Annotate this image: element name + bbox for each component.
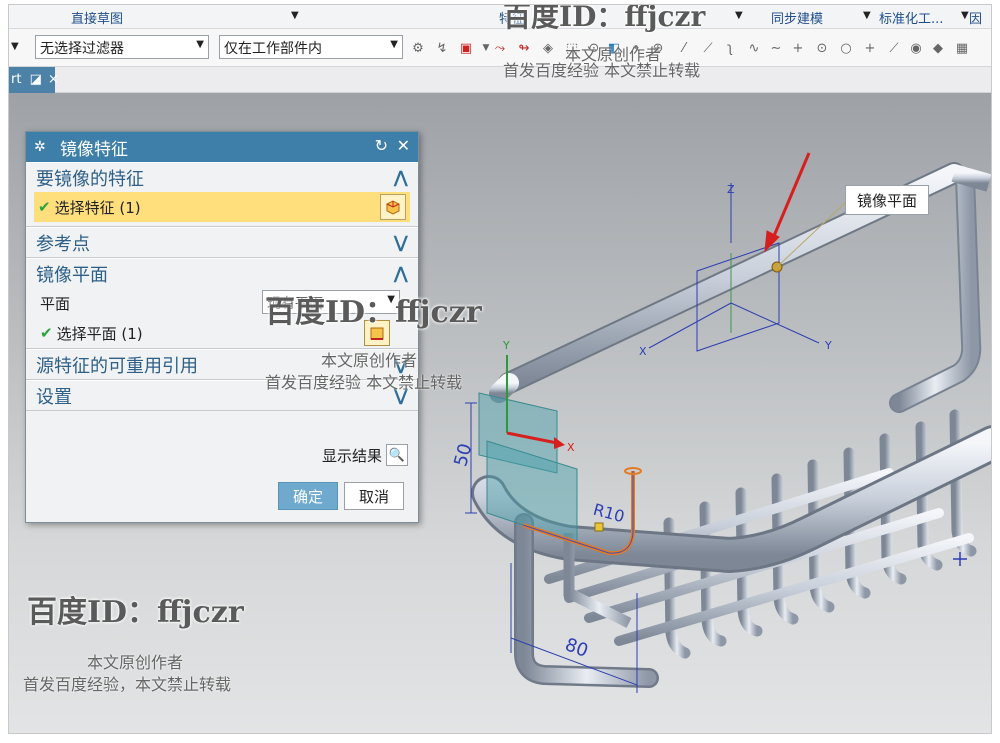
snap-icon[interactable]: ⚙ [409,39,427,57]
line-icon[interactable]: ⟋ [699,39,717,57]
chevron-down-icon[interactable]: ▼ [857,7,871,22]
selection-toolbar: ▼ 无选择过滤器 ▼ 仅在工作部件内 ▼ ⚙ ↯ ▣ ▼ ⤳ ↬ ◈ ⬚ ⊙ ◧… [9,29,991,67]
axis-x-label: X [639,345,647,358]
type-filter-select[interactable]: 无选择过滤器 ▼ [35,35,209,59]
section-reusable-label: 源特征的可重用引用 [36,355,198,377]
reset-icon[interactable]: ↻ [375,136,388,155]
dim-radius-label: R10 [591,500,626,527]
section-header-reference[interactable]: 参考点 ⋁ [26,227,418,257]
watermark-line2: 首发百度经验，本文禁止转载 [23,675,232,694]
show-result-control: 显示结果 🔍 [322,444,408,466]
group-cut[interactable]: 因 [969,8,982,27]
dim-height-label: 50 [450,441,476,469]
magnifier-icon[interactable]: 🔍 [386,444,408,466]
dim-width-label: 80 [562,634,591,662]
chevron-down-icon: ▼ [196,39,204,50]
section-reference-label: 参考点 [36,233,90,255]
chevron-down-icon[interactable]: ⋁ [394,233,408,253]
sketch-x-label: X [567,441,575,454]
dialog-title-bar[interactable]: ✲ 镜像特征 ↻ ✕ [26,132,418,162]
chevron-down-icon: ▼ [390,39,398,50]
check-icon: ✔ [40,324,53,342]
bounded-icon[interactable]: ◆ [929,39,947,57]
ribbon-group-bar: 直接草图 ▼ 特征 ▼ 同步建模 ▼ 标准化工... ▼ 因 [9,5,991,29]
close-icon[interactable]: × [48,72,59,87]
group-sync-modeling-label: 同步建模 [771,12,824,27]
grid-icon[interactable]: ▦ [953,39,971,57]
curve-icon[interactable]: ʅ [721,39,739,57]
gear-icon: ✲ [34,139,46,155]
selection-scope-value: 仅在工作部件内 [224,41,322,57]
select-body-icon[interactable]: ◈ [539,39,557,57]
plane-label: 平面 [40,294,71,313]
watermark-id: 百度ID：ffjczr [27,595,244,630]
snap-icon[interactable]: ↯ [433,39,451,57]
close-icon[interactable]: ✕ [397,136,410,155]
watermark-id: 百度ID：ffjczr [503,4,706,33]
group-cut-label: 因 [969,12,983,27]
wave-icon[interactable]: ∼ [767,39,785,57]
watermark-line2: 首发百度经验 本文禁止转载 [265,373,463,392]
quadrant-icon[interactable]: ○ [837,39,855,57]
mirror-plane-callout: 镜像平面 [845,185,929,215]
chevron-down-icon[interactable]: ▼ [955,7,969,22]
watermark-line1: 本文原创作者 [87,653,184,672]
tab-part-label: rt [11,72,22,87]
intersection-icon[interactable]: + [789,39,807,57]
modified-icon: ◪ [29,72,42,87]
on-curve-icon[interactable]: ⟋ [885,39,903,57]
app-window: 直接草图 ▼ 特征 ▼ 同步建模 ▼ 标准化工... ▼ 因 ▼ 无选择过滤器 … [8,4,992,734]
chevron-up-icon[interactable]: ⋀ [394,168,408,188]
select-feature-label: 选择特征 (1) [54,198,141,217]
watermark-line1: 本文原创作者 [321,351,418,370]
section-reference-point: 参考点 ⋁ [26,227,418,258]
ok-button[interactable]: 确定 [278,482,338,510]
chevron-up-icon[interactable]: ⋀ [394,264,408,284]
tab-strip: rt ◪ × [9,67,991,93]
check-icon: ✔ [38,198,51,216]
line-icon[interactable]: ⁄ [675,39,693,57]
watermark-id: 百度ID：ffjczr [265,295,482,330]
select-edge-icon[interactable]: ⤳ [491,39,509,57]
axis-z-label: Z [727,183,735,196]
mirror-plane-callout-label: 镜像平面 [856,191,917,210]
type-filter-value: 无选择过滤器 [40,41,124,57]
show-result-label: 显示结果 [321,446,382,465]
select-face-icon[interactable]: ▣ [457,39,475,57]
tab-part[interactable]: rt ◪ × [9,67,59,93]
spline-icon[interactable]: ∿ [745,39,763,57]
section-settings-label: 设置 [36,386,72,408]
group-direct-sketch-label: 直接草图 [71,12,124,27]
feature-cube-icon [386,200,400,215]
section-features-label: 要镜像的特征 [36,168,144,190]
watermark-line2: 首发百度经验 本文禁止转载 [503,61,701,80]
arc-center-icon[interactable]: ⊙ [813,39,831,57]
chevron-down-icon[interactable]: ▼ [729,7,743,22]
select-curve-icon[interactable]: ↬ [515,39,533,57]
group-standard-label: 标准化工... [879,12,944,27]
group-direct-sketch[interactable]: 直接草图 [71,8,123,27]
dialog-title: 镜像特征 [60,139,128,160]
selection-scope-select[interactable]: 仅在工作部件内 ▼ [219,35,403,59]
chevron-down-icon[interactable]: ▼ [285,7,299,22]
existing-point-icon[interactable]: + [861,39,879,57]
select-feature-button[interactable] [380,194,406,220]
section-header-plane[interactable]: 镜像平面 ⋀ [26,258,418,288]
section-plane-label: 镜像平面 [36,264,108,286]
group-sync-modeling[interactable]: 同步建模 [771,8,823,27]
select-feature-row[interactable]: ✔ 选择特征 (1) [34,192,410,222]
section-features-to-mirror: 要镜像的特征 ⋀ ✔ 选择特征 (1) [26,162,418,227]
group-standard[interactable]: 标准化工... [879,8,943,27]
axis-y-label: Y [824,339,832,352]
sketch-y-label: Y [502,339,510,352]
chevron-down-icon[interactable]: ▼ [11,41,19,52]
select-plane-label: 选择平面 (1) [56,324,143,343]
cancel-button[interactable]: 取消 [344,482,404,510]
graphics-viewport[interactable]: Z Y X Y X 50 80 R10 镜像平面 ✲ 镜像特征 ↻ ✕ 要镜像的… [9,93,991,733]
section-header-features[interactable]: 要镜像的特征 ⋀ [26,162,418,192]
on-face-icon[interactable]: ◉ [907,39,925,57]
